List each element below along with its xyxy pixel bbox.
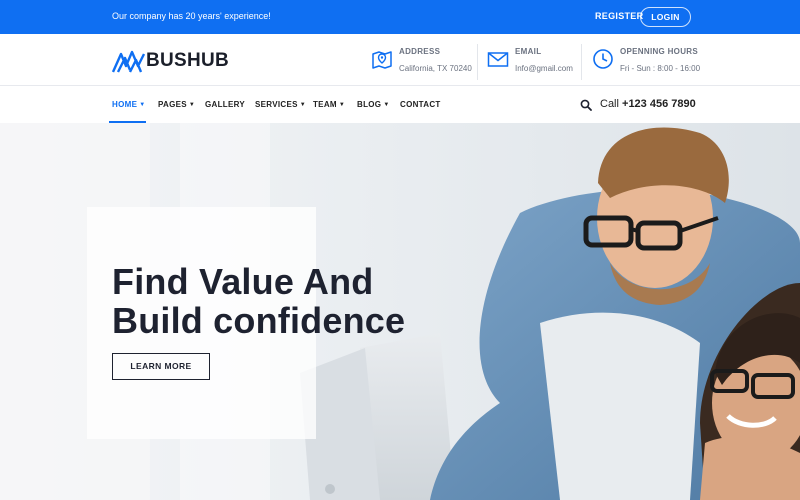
nav-item-contact[interactable]: CONTACT bbox=[400, 87, 441, 123]
main-nav: HOME ▼ PAGES ▼ GALLERY SERVICES ▼ TEAM ▼ BLO… bbox=[0, 87, 800, 123]
hero-section: Find Value And Build confidence LEARN MO… bbox=[0, 123, 800, 500]
learn-more-button[interactable]: LEARN MORE bbox=[112, 353, 210, 380]
address-value: California, TX 70240 bbox=[399, 64, 472, 73]
address-title: ADDRESS bbox=[399, 47, 441, 56]
hero-title-line1: Find Value And bbox=[112, 261, 374, 302]
hours-info: OPENNING HOURS Fri - Sun : 8:00 - 16:00 bbox=[592, 44, 702, 78]
map-icon bbox=[372, 51, 392, 69]
nav-item-home[interactable]: HOME ▼ bbox=[112, 87, 145, 123]
address-info: ADDRESS California, TX 70240 bbox=[371, 44, 472, 78]
nav-item-services[interactable]: SERVICES ▼ bbox=[255, 87, 306, 123]
email-value[interactable]: Info@gmail.com bbox=[515, 64, 573, 73]
email-title: EMAIL bbox=[515, 47, 542, 56]
nav-item-pages[interactable]: PAGES ▼ bbox=[158, 87, 195, 123]
divider bbox=[581, 44, 582, 80]
search-icon[interactable] bbox=[580, 99, 592, 111]
top-bar-message: Our company has 20 years' experience! bbox=[112, 11, 271, 21]
hours-title: OPENNING HOURS bbox=[620, 47, 698, 56]
hero-title: Find Value And Build confidence bbox=[112, 262, 472, 340]
logo-mark-icon bbox=[112, 50, 146, 73]
chevron-down-icon: ▼ bbox=[188, 102, 196, 108]
hero-title-line2: Build confidence bbox=[112, 300, 406, 341]
chevron-down-icon: ▼ bbox=[338, 102, 346, 108]
top-bar: Our company has 20 years' experience! RE… bbox=[0, 0, 800, 34]
call-phone[interactable]: Call +123 456 7890 bbox=[600, 98, 696, 110]
nav-item-team[interactable]: TEAM ▼ bbox=[313, 87, 345, 123]
nav-item-gallery[interactable]: GALLERY bbox=[205, 87, 245, 123]
email-info: EMAIL Info@gmail.com bbox=[487, 44, 577, 78]
call-prefix: Call bbox=[600, 98, 619, 110]
clock-icon bbox=[593, 49, 613, 69]
logo-text: BUSHUB bbox=[146, 50, 230, 71]
hours-value: Fri - Sun : 8:00 - 16:00 bbox=[620, 64, 701, 73]
envelope-icon bbox=[487, 52, 509, 67]
chevron-down-icon: ▼ bbox=[139, 102, 146, 108]
nav-item-blog[interactable]: BLOG ▼ bbox=[357, 87, 390, 123]
logo[interactable]: BUSHUB bbox=[112, 47, 229, 75]
chevron-down-icon: ▼ bbox=[299, 102, 306, 108]
register-link[interactable]: REGISTER bbox=[595, 11, 643, 21]
login-button[interactable]: LOGIN bbox=[640, 7, 691, 27]
chevron-down-icon: ▼ bbox=[383, 102, 390, 108]
phone-number: +123 456 7890 bbox=[622, 98, 696, 110]
site-header: BUSHUB ADDRESS California, TX 70240 EMAI… bbox=[0, 34, 800, 86]
divider bbox=[477, 44, 478, 80]
